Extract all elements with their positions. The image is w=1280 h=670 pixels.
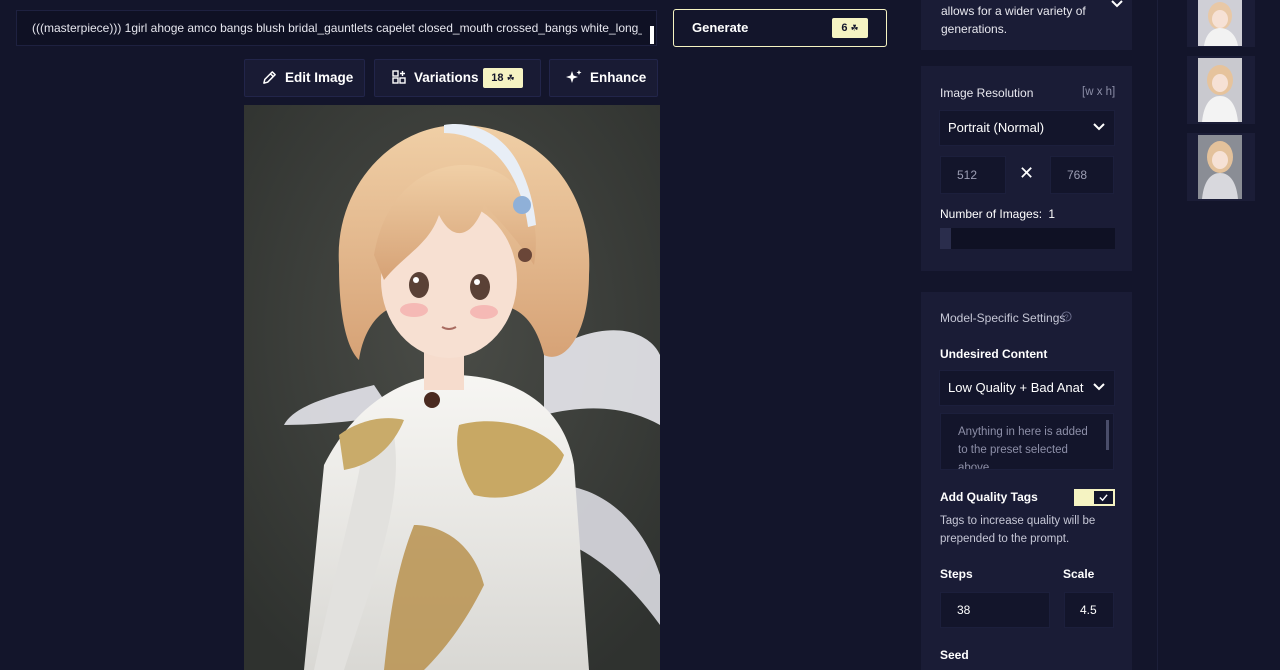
resolution-preset: Portrait (Normal) — [948, 120, 1045, 135]
steps-label: Steps — [940, 567, 973, 581]
quality-tags-toggle[interactable] — [1074, 489, 1115, 506]
variations-cost-badge: 18 ☘ — [483, 68, 523, 88]
thumbnail-image — [1198, 58, 1242, 122]
generate-cost-badge: 6 ☘ — [832, 18, 868, 38]
help-icon[interactable]: ? — [1061, 311, 1072, 322]
prompt-text[interactable]: (((masterpiece))) 1girl ahoge amco bangs… — [32, 10, 642, 46]
resolution-hint: [w x h] — [1082, 86, 1116, 98]
resolution-title: Image Resolution — [940, 86, 1034, 100]
anlas-icon: ☘ — [850, 23, 859, 33]
history-divider — [1157, 0, 1158, 670]
generated-image[interactable] — [244, 105, 660, 670]
chevron-down-icon[interactable] — [1111, 0, 1123, 8]
scale-value: 4.5 — [1080, 603, 1097, 617]
sparkle-icon — [566, 70, 582, 83]
prompt-scrollbar[interactable] — [650, 26, 654, 44]
scale-label: Scale — [1063, 567, 1095, 581]
thumbnail-image — [1198, 0, 1242, 46]
thumbnail-image — [1198, 135, 1242, 199]
num-images-label: Number of Images: 1 — [940, 207, 1055, 221]
history-thumbnail[interactable] — [1187, 0, 1255, 47]
model-settings-title: Model-Specific Settings — [940, 311, 1066, 325]
num-images-slider-handle[interactable] — [940, 228, 951, 249]
sampler-note: allows for a wider variety of generation… — [941, 4, 1086, 36]
generate-label: Generate — [692, 20, 749, 35]
undesired-placeholder: Anything in here is added to the preset … — [958, 426, 1088, 470]
history-thumbnail[interactable] — [1187, 56, 1255, 124]
anlas-icon: ☘ — [506, 73, 515, 83]
undesired-content-textarea[interactable]: Anything in here is added to the preset … — [940, 413, 1114, 470]
undesired-preset: Low Quality + Bad Anatomy — [948, 380, 1084, 395]
num-images-text: Number of Images: — [940, 207, 1043, 221]
textarea-scrollbar[interactable] — [1106, 420, 1109, 450]
times-icon: ✕ — [1019, 163, 1035, 183]
variations-label: Variations — [414, 70, 479, 85]
svg-text:?: ? — [1064, 312, 1068, 321]
variations-icon — [392, 70, 406, 84]
enhance-label: Enhance — [590, 70, 647, 85]
steps-value: 38 — [957, 603, 971, 617]
width-value: 512 — [957, 168, 978, 182]
check-icon — [1099, 494, 1108, 502]
history-thumbnail[interactable] — [1187, 133, 1255, 201]
undesired-content-label: Undesired Content — [940, 347, 1048, 361]
generate-cost: 6 — [841, 22, 848, 34]
pencil-icon — [263, 71, 276, 84]
quality-tags-desc: Tags to increase quality will be prepend… — [940, 515, 1096, 545]
edit-image-label: Edit Image — [285, 70, 354, 85]
anime-girl-illustration — [244, 105, 660, 670]
num-images-value: 1 — [1048, 207, 1056, 221]
num-images-slider[interactable] — [940, 228, 1115, 249]
height-value: 768 — [1067, 168, 1088, 182]
variations-cost: 18 — [491, 72, 504, 84]
quality-tags-label: Add Quality Tags — [940, 490, 1038, 504]
chevron-down-icon — [1093, 123, 1105, 131]
seed-label: Seed — [940, 648, 969, 662]
chevron-down-icon — [1093, 383, 1105, 391]
